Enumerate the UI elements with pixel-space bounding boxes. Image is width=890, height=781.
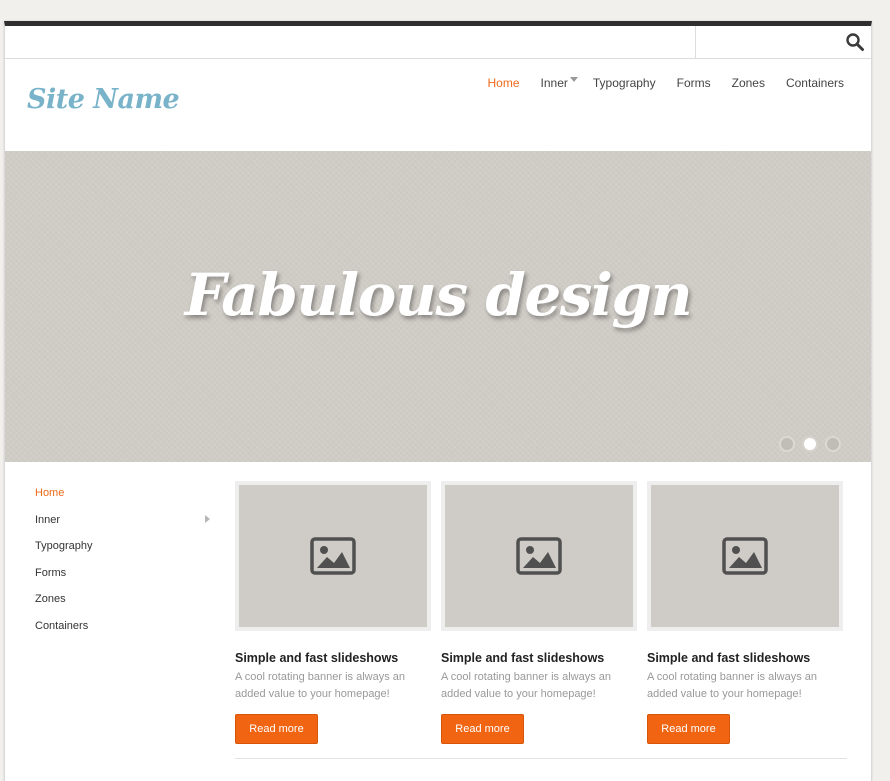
card-image-frame [441, 481, 637, 631]
feature-card: Simple and fast slideshows A cool rotati… [647, 481, 843, 744]
card-title: Simple and fast slideshows [647, 651, 811, 665]
card-description: A cool rotating banner is always an adde… [441, 671, 611, 700]
sidebar-menu: Home Inner Typography Forms Zones Contai… [35, 486, 210, 645]
card-description: A cool rotating banner is always an adde… [235, 671, 405, 700]
image-icon [310, 537, 356, 575]
sidebar-item-containers[interactable]: Containers [35, 619, 210, 646]
content-divider [235, 758, 847, 759]
chevron-right-icon [205, 514, 210, 523]
feature-card: Simple and fast slideshows A cool rotati… [441, 481, 637, 744]
read-more-button[interactable]: Read more [647, 714, 730, 744]
card-image-placeholder [445, 485, 633, 627]
card-image-frame [647, 481, 843, 631]
card-title: Simple and fast slideshows [441, 651, 605, 665]
nav-item-forms[interactable]: Forms [677, 76, 711, 90]
nav-item-typography[interactable]: Typography [593, 76, 656, 90]
nav-item-home[interactable]: Home [488, 76, 520, 90]
sidebar-item-forms[interactable]: Forms [35, 566, 210, 593]
hero-banner: Fabulous design [5, 151, 871, 462]
read-more-button[interactable]: Read more [441, 714, 524, 744]
image-icon [516, 537, 562, 575]
card-image-placeholder [239, 485, 427, 627]
feature-card: Simple and fast slideshows A cool rotati… [235, 481, 431, 744]
card-description: A cool rotating banner is always an adde… [647, 671, 817, 700]
chevron-down-icon [569, 77, 578, 82]
slide-dot-1[interactable] [779, 436, 795, 452]
read-more-button[interactable]: Read more [235, 714, 318, 744]
card-image-placeholder [651, 485, 839, 627]
page-container: Site Name Home Inner Typography Forms Zo… [4, 21, 872, 781]
search-box [695, 26, 871, 58]
nav-item-zones[interactable]: Zones [732, 76, 765, 90]
sidebar-item-home[interactable]: Home [35, 486, 210, 513]
card-image-frame [235, 481, 431, 631]
top-search-bar [5, 26, 871, 59]
banner-heading: Fabulous design [184, 261, 693, 329]
image-icon [722, 537, 768, 575]
slide-dot-2[interactable] [802, 436, 818, 452]
sidebar-item-inner[interactable]: Inner [35, 513, 210, 540]
slide-dot-3[interactable] [825, 436, 841, 452]
main-navigation: Home Inner Typography Forms Zones Contai… [467, 76, 844, 90]
sidebar-item-zones[interactable]: Zones [35, 592, 210, 619]
card-title: Simple and fast slideshows [235, 651, 399, 665]
search-icon[interactable] [845, 32, 865, 52]
nav-item-inner-label: Inner [540, 76, 568, 90]
slider-dots [779, 436, 841, 452]
site-name-logo[interactable]: Site Name [27, 84, 180, 115]
nav-item-inner[interactable]: Inner [540, 76, 578, 90]
sidebar-item-inner-label: Inner [35, 513, 61, 526]
sidebar-item-typography[interactable]: Typography [35, 539, 210, 566]
search-input[interactable] [696, 26, 836, 57]
nav-item-containers[interactable]: Containers [786, 76, 844, 90]
